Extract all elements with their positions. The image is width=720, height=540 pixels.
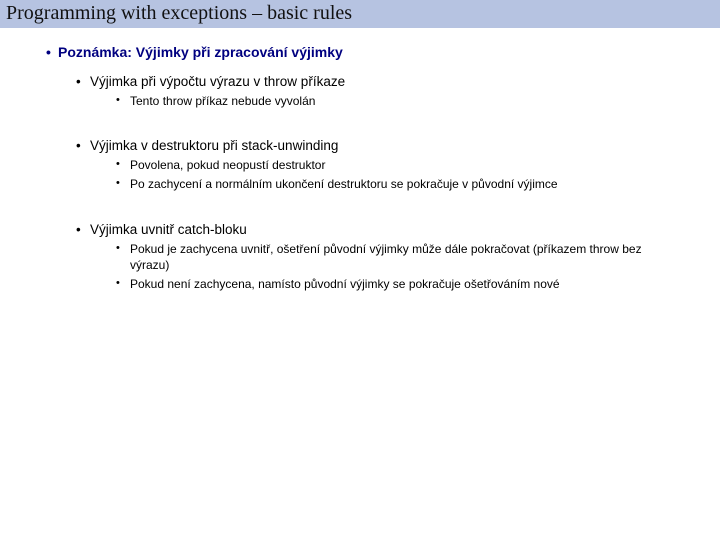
list-item: Po zachycení a normálním ukončení destru… [130, 176, 670, 192]
note-heading: Poznámka: Výjimky při zpracování výjimky [58, 44, 710, 60]
slide: Programming with exceptions – basic rule… [0, 0, 720, 540]
section-heading: Výjimka při výpočtu výrazu v throw příka… [90, 74, 710, 89]
title-bar: Programming with exceptions – basic rule… [0, 0, 720, 28]
list-item: Pokud není zachycena, namísto původní vý… [130, 276, 670, 292]
list-item: Tento throw příkaz nebude vyvolán [130, 93, 670, 109]
list-item: Povolena, pokud neopustí destruktor [130, 157, 670, 173]
slide-title: Programming with exceptions – basic rule… [6, 2, 714, 25]
list-item: Pokud je zachycena uvnitř, ošetření půvo… [130, 241, 670, 273]
section-heading: Výjimka uvnitř catch-bloku [90, 222, 710, 237]
section-heading: Výjimka v destruktoru při stack-unwindin… [90, 138, 710, 153]
slide-body: Poznámka: Výjimky při zpracování výjimky… [0, 28, 720, 292]
